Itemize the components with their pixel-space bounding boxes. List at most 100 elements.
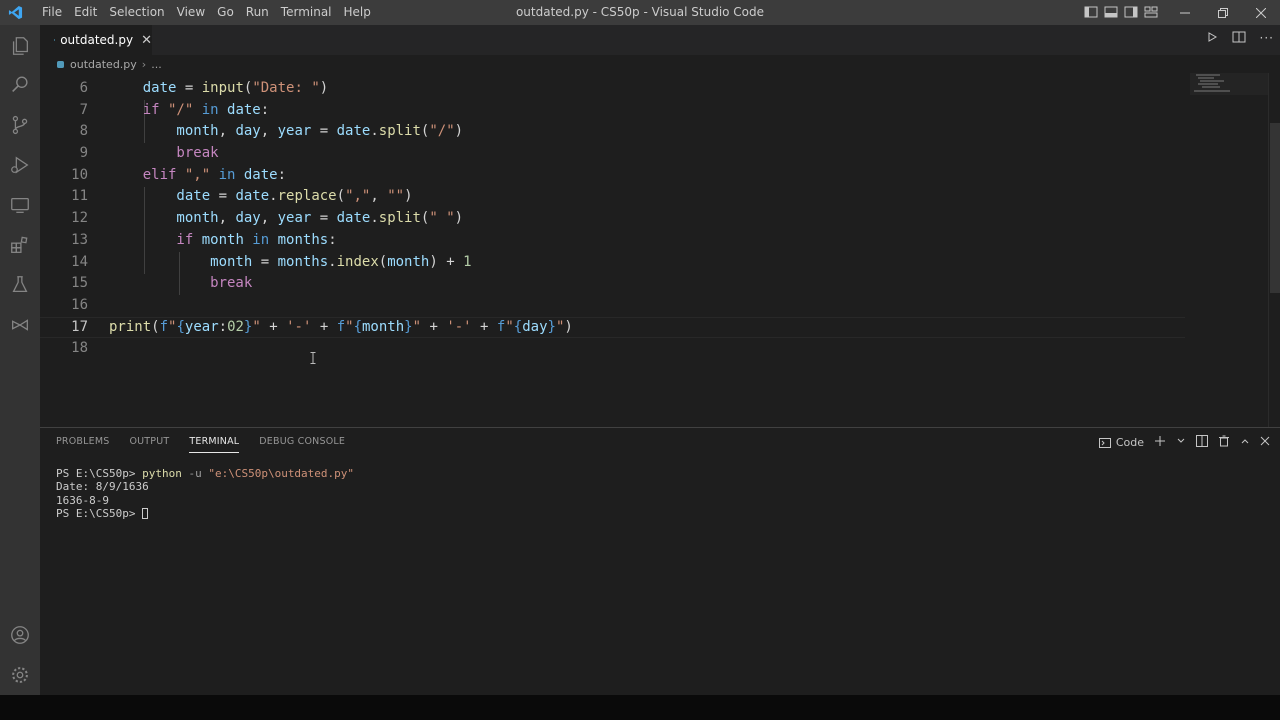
breadcrumb-file[interactable]: outdated.py bbox=[70, 58, 137, 71]
terminal-icon bbox=[1098, 437, 1111, 448]
line-number: 10 bbox=[71, 166, 88, 183]
menu-terminal[interactable]: Terminal bbox=[275, 0, 338, 25]
line-number: 6 bbox=[79, 80, 88, 96]
bottom-panel: PROBLEMS OUTPUT TERMINAL DEBUG CONSOLE C… bbox=[40, 427, 1280, 696]
accounts-icon[interactable] bbox=[8, 623, 32, 647]
line-number: 8 bbox=[79, 123, 88, 140]
close-tab-icon[interactable]: ✕ bbox=[141, 33, 152, 48]
split-terminal-icon[interactable] bbox=[1196, 435, 1208, 450]
code-line-14: month = months.index(month) + 1 bbox=[109, 253, 472, 270]
tab-terminal[interactable]: TERMINAL bbox=[189, 428, 240, 456]
ibeam-cursor-icon bbox=[310, 352, 316, 364]
menu-view[interactable]: View bbox=[171, 0, 211, 25]
close-panel-icon[interactable] bbox=[1260, 436, 1270, 449]
code-line-13: if month in months: bbox=[109, 231, 337, 248]
testing-icon[interactable] bbox=[8, 273, 32, 297]
breadcrumb-more[interactable]: ... bbox=[151, 58, 162, 71]
editor-scrollbar[interactable] bbox=[1268, 73, 1280, 427]
code-line-9: break bbox=[109, 145, 219, 162]
tab-debug-console[interactable]: DEBUG CONSOLE bbox=[259, 428, 345, 456]
scrollbar-thumb[interactable] bbox=[1270, 123, 1280, 293]
restore-icon[interactable] bbox=[1204, 0, 1242, 25]
terminal-line: PS E:\CS50p> bbox=[56, 507, 354, 520]
terminal-kind-label: Code bbox=[1115, 436, 1144, 449]
breadcrumb-separator: › bbox=[141, 57, 147, 71]
line-number: 15 bbox=[71, 275, 88, 292]
line-number: 13 bbox=[71, 231, 88, 248]
code-line-11: date = date.replace(",", "") bbox=[109, 188, 413, 205]
extensions-icon[interactable] bbox=[8, 233, 32, 257]
search-icon[interactable] bbox=[8, 73, 32, 97]
terminal-select[interactable]: Code bbox=[1098, 436, 1144, 449]
minimize-icon[interactable] bbox=[1166, 0, 1204, 25]
bottom-letterbox bbox=[0, 695, 1280, 720]
minimap[interactable] bbox=[1190, 73, 1268, 103]
terminal-line: PS E:\CS50p> python -u "e:\CS50p\outdate… bbox=[56, 467, 354, 480]
explorer-icon[interactable] bbox=[8, 34, 32, 58]
breadcrumb: outdated.py › ... bbox=[40, 55, 1280, 73]
code-line-17: print(f"{year:02}" + '-' + f"{month}" + … bbox=[40, 316, 1185, 339]
terminal-flag: -u bbox=[181, 467, 209, 480]
trash-icon[interactable] bbox=[1218, 435, 1230, 450]
line-number: 16 bbox=[71, 296, 88, 313]
tab-problems[interactable]: PROBLEMS bbox=[56, 428, 109, 456]
python-file-icon bbox=[54, 39, 56, 41]
line-number: 18 bbox=[71, 340, 88, 357]
close-window-icon[interactable] bbox=[1242, 0, 1280, 25]
line-number: 14 bbox=[71, 253, 88, 270]
split-editor-icon[interactable] bbox=[1232, 31, 1246, 46]
code-line-8: month, day, year = date.split("/") bbox=[109, 123, 464, 140]
panel-actions: Code bbox=[1098, 435, 1270, 450]
tab-output[interactable]: OUTPUT bbox=[129, 428, 169, 456]
menu-go[interactable]: Go bbox=[211, 0, 240, 25]
remote-explorer-icon[interactable] bbox=[8, 193, 32, 217]
customize-layout-icon[interactable] bbox=[1144, 5, 1158, 19]
menu-edit[interactable]: Edit bbox=[68, 0, 103, 25]
menu-help[interactable]: Help bbox=[338, 0, 377, 25]
line-number: 11 bbox=[71, 188, 88, 205]
live-share-icon[interactable] bbox=[8, 313, 32, 337]
line-number: 7 bbox=[79, 101, 88, 118]
maximize-panel-icon[interactable] bbox=[1240, 436, 1250, 449]
code-editor[interactable]: 6 7 8 9 10 11 12 13 14 15 16 17 18 date … bbox=[40, 73, 1280, 427]
menu-bar: File Edit Selection View Go Run Terminal… bbox=[36, 0, 377, 25]
terminal-cursor bbox=[142, 508, 149, 520]
menu-file[interactable]: File bbox=[36, 0, 68, 25]
tab-outdated-py[interactable]: outdated.py ✕ bbox=[40, 25, 152, 55]
menu-selection[interactable]: Selection bbox=[103, 0, 170, 25]
code-line-6: date = input("Date: ") bbox=[109, 80, 329, 96]
code-lines: date = input("Date: ") if "/" in date: m… bbox=[40, 78, 1185, 360]
terminal-line: Date: 8/9/1636 bbox=[56, 480, 149, 494]
code-line-10: elif "," in date: bbox=[109, 166, 287, 183]
layout-controls bbox=[1084, 5, 1158, 19]
toggle-sidebar-icon[interactable] bbox=[1084, 5, 1098, 19]
tab-label: outdated.py bbox=[60, 33, 134, 47]
terminal-output[interactable]: PS E:\CS50p> python -u "e:\CS50p\outdate… bbox=[56, 467, 354, 520]
line-number: 12 bbox=[71, 210, 88, 227]
chevron-down-icon[interactable] bbox=[1176, 436, 1186, 449]
line-number: 9 bbox=[79, 145, 88, 162]
new-terminal-icon[interactable] bbox=[1154, 435, 1166, 450]
code-line-12: month, day, year = date.split(" ") bbox=[109, 210, 464, 227]
panel-tabs: PROBLEMS OUTPUT TERMINAL DEBUG CONSOLE bbox=[56, 428, 345, 456]
code-line-15: break bbox=[109, 275, 253, 292]
toggle-panel-icon[interactable] bbox=[1104, 5, 1118, 19]
terminal-prompt: PS E:\CS50p> bbox=[56, 467, 143, 480]
source-control-icon[interactable] bbox=[8, 113, 32, 137]
run-debug-icon[interactable] bbox=[8, 153, 32, 177]
menu-run[interactable]: Run bbox=[240, 0, 275, 25]
title-bar: File Edit Selection View Go Run Terminal… bbox=[0, 0, 1280, 25]
more-actions-icon[interactable]: ··· bbox=[1260, 31, 1274, 46]
run-python-file-icon[interactable] bbox=[1206, 31, 1218, 46]
terminal-line: 1636-8-9 bbox=[56, 493, 109, 507]
terminal-prompt: PS E:\CS50p> bbox=[56, 506, 143, 520]
code-line-7: if "/" in date: bbox=[109, 101, 270, 118]
editor-actions: ··· bbox=[1206, 31, 1274, 46]
python-file-icon bbox=[57, 60, 64, 68]
activity-bar: 1 bbox=[0, 25, 40, 713]
terminal-argument: "e:\CS50p\outdated.py" bbox=[208, 467, 355, 480]
toggle-secondary-sidebar-icon[interactable] bbox=[1124, 5, 1138, 19]
manage-gear-icon[interactable] bbox=[8, 663, 32, 687]
